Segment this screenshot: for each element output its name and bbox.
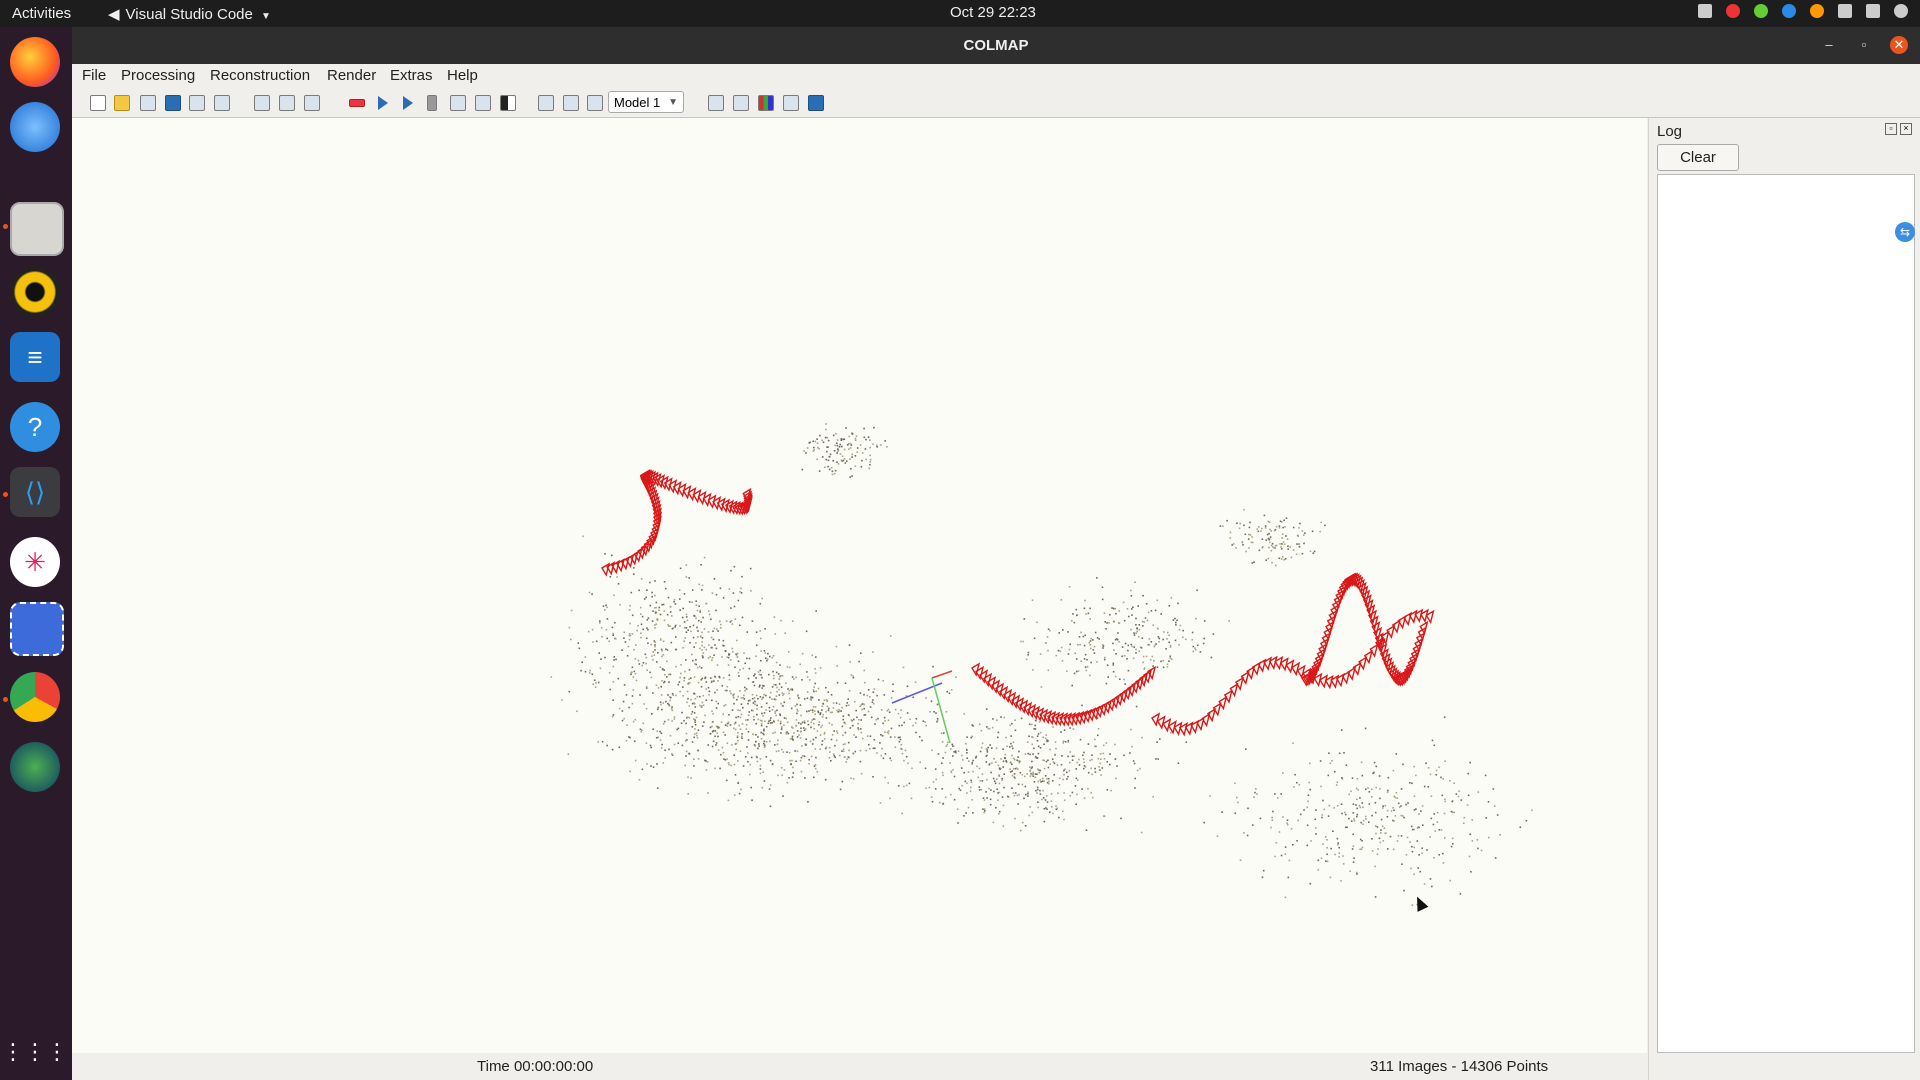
coordinate-axes — [891, 670, 953, 744]
volume-icon[interactable] — [1866, 4, 1880, 18]
toolbar: Model 1 ▼ — [72, 88, 1920, 118]
log-panel: Log ▫ × Clear ⇆ — [1648, 118, 1920, 1080]
export-model-icon[interactable] — [214, 95, 230, 111]
menu-extras[interactable]: Extras — [390, 67, 433, 84]
save-project-icon[interactable] — [165, 95, 181, 111]
help-icon[interactable]: ? — [10, 402, 60, 452]
writer-icon[interactable]: ≡ — [10, 332, 60, 382]
elapsed-time: Time 00:00:00:00 — [477, 1058, 594, 1075]
power-icon[interactable] — [1894, 4, 1908, 18]
status-green-icon[interactable] — [1754, 4, 1768, 18]
feature-matching-icon[interactable] — [279, 95, 295, 111]
maximize-icon[interactable]: ▫ — [1855, 36, 1873, 54]
render-options-icon[interactable] — [500, 95, 516, 111]
vscode-icon[interactable]: ⟨⟩ — [10, 467, 60, 517]
minimize-icon[interactable]: – — [1820, 36, 1838, 54]
menu-render[interactable]: Render — [327, 67, 376, 84]
point-cloud-view[interactable] — [72, 118, 1647, 1053]
reconstruction-stats-icon[interactable] — [538, 95, 554, 111]
running-indicator — [3, 224, 8, 229]
float-panel-icon[interactable]: ▫ — [1885, 123, 1897, 135]
camera-frustums — [601, 469, 1435, 737]
app-menu-label: Visual Studio Code — [125, 6, 253, 23]
log-text-area[interactable] — [1657, 174, 1915, 1053]
slack-icon[interactable]: ✳ — [10, 537, 60, 587]
colmap-window: COLMAP – ▫ ✕ File Processing Reconstruct… — [72, 27, 1920, 1080]
activities-button[interactable]: Activities — [12, 5, 71, 22]
bundle-adjustment-icon[interactable] — [450, 95, 466, 111]
dock: ≡ ? ⟨⟩ ✳ ⋮⋮⋮ — [0, 27, 72, 1080]
window-titlebar[interactable]: COLMAP – ▫ ✕ — [72, 27, 1920, 64]
new-project-icon[interactable] — [90, 95, 106, 111]
bar-chart-icon[interactable] — [758, 95, 774, 111]
files-icon[interactable] — [10, 202, 64, 256]
menu-processing[interactable]: Processing — [121, 67, 195, 84]
chrome-icon[interactable] — [10, 672, 60, 722]
open-project-icon[interactable] — [114, 95, 130, 111]
import-model-icon[interactable] — [189, 95, 205, 111]
apps-grid-icon[interactable]: ⋮⋮⋮ — [2, 1027, 68, 1077]
start-reconstruction-icon[interactable] — [378, 96, 388, 110]
app-menu[interactable]: ◀ Visual Studio Code ▼ — [108, 5, 271, 23]
grab-movie-icon[interactable] — [783, 95, 799, 111]
menu-reconstruction[interactable]: Reconstruction — [210, 67, 310, 84]
clock[interactable]: Oct 29 22:23 — [950, 4, 1036, 21]
firefox-icon[interactable] — [10, 37, 60, 87]
menu-help[interactable]: Help — [447, 67, 478, 84]
clear-log-button[interactable]: Clear — [1657, 144, 1739, 171]
database-icon[interactable] — [304, 95, 320, 111]
log-title: Log — [1657, 123, 1683, 140]
screenshot-icon[interactable] — [10, 602, 64, 656]
rhythmbox-icon[interactable] — [10, 267, 60, 317]
model-select-value: Model 1 — [614, 95, 661, 110]
menubar: File Processing Reconstruction Render Ex… — [72, 64, 1920, 88]
match-matrix-icon[interactable] — [563, 95, 579, 111]
model-overview-icon[interactable] — [708, 95, 724, 111]
undistort-icon[interactable] — [808, 95, 824, 111]
chevron-down-icon: ▼ — [668, 97, 678, 108]
teamviewer-tray-icon[interactable] — [1782, 4, 1796, 18]
system-tray[interactable] — [1698, 4, 1908, 18]
chevron-down-icon: ▼ — [261, 11, 271, 22]
thunderbird-icon[interactable] — [10, 102, 60, 152]
teamviewer-icon[interactable]: ⇆ — [1895, 222, 1915, 242]
running-indicator — [3, 697, 8, 702]
grab-image-icon[interactable] — [733, 95, 749, 111]
dense-reconstruction-icon[interactable] — [475, 95, 491, 111]
model-select[interactable]: Model 1 ▼ — [608, 91, 684, 113]
log-icon[interactable] — [587, 95, 603, 111]
3d-viewport[interactable] — [72, 118, 1647, 1053]
earth-icon[interactable] — [10, 742, 60, 792]
reconstruction-options-icon[interactable] — [349, 99, 365, 107]
feature-extraction-icon[interactable] — [254, 95, 270, 111]
reconstruction-counts: 311 Images - 14306 Points — [1370, 1058, 1549, 1075]
window-title: COLMAP — [963, 37, 1029, 54]
status-red-icon[interactable] — [1726, 4, 1740, 18]
pause-reconstruction-icon[interactable] — [427, 95, 437, 111]
vscode-small-icon: ◀ — [108, 6, 120, 23]
status-orange-icon[interactable] — [1810, 4, 1824, 18]
network-icon[interactable] — [1838, 4, 1852, 18]
close-panel-icon[interactable]: × — [1900, 123, 1912, 135]
step-reconstruction-icon[interactable] — [403, 96, 413, 110]
running-indicator — [3, 492, 8, 497]
menu-file[interactable]: File — [82, 67, 106, 84]
edit-project-icon[interactable] — [140, 95, 156, 111]
slack-tray-icon[interactable] — [1698, 4, 1712, 18]
status-bar: Time 00:00:00:00 311 Images - 14306 Poin… — [72, 1053, 1647, 1080]
close-icon[interactable]: ✕ — [1890, 36, 1908, 54]
top-bar: Activities ◀ Visual Studio Code ▼ Oct 29 … — [0, 0, 1920, 27]
